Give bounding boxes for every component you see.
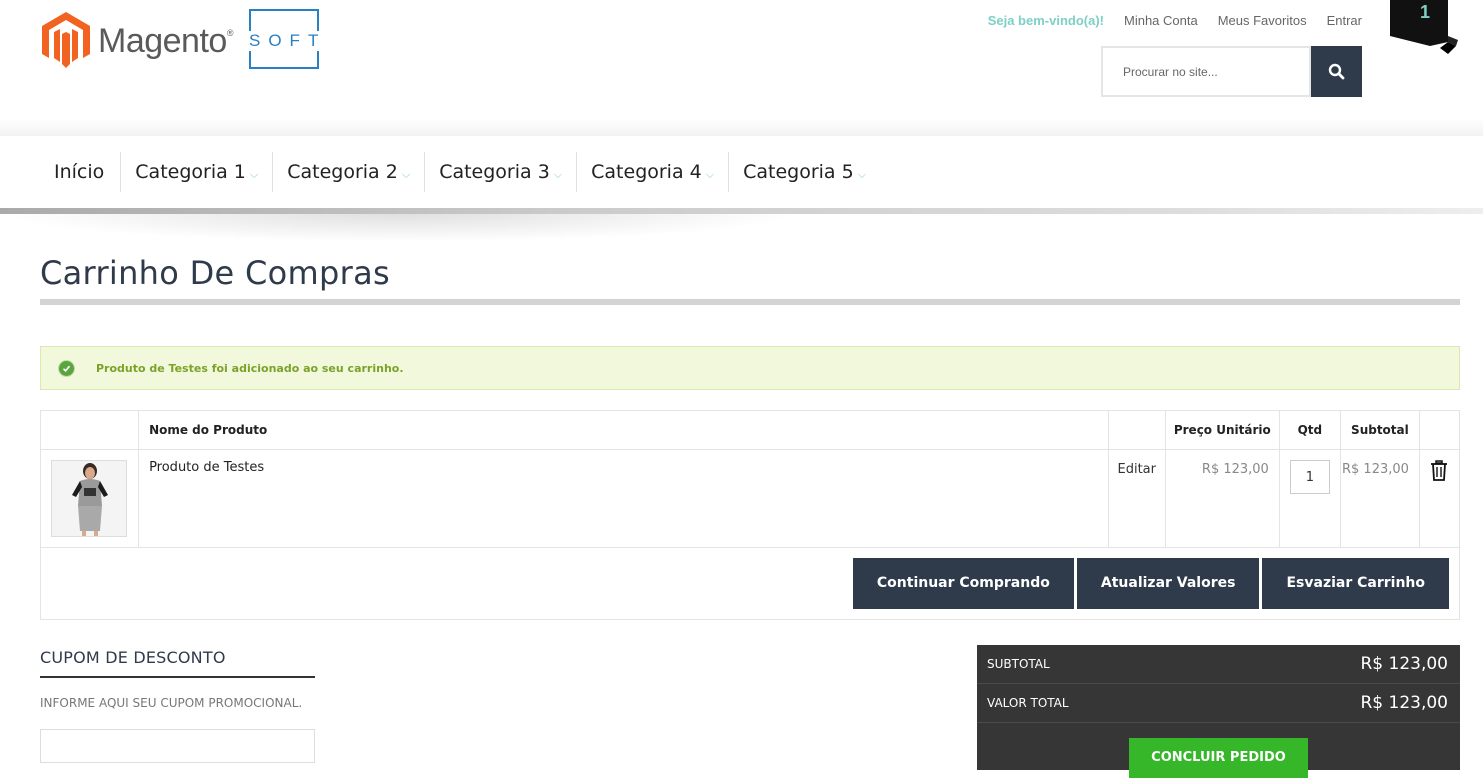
nav-item-label: Início <box>54 161 105 183</box>
header-delete <box>1418 410 1461 450</box>
magento-logo-icon <box>42 12 90 68</box>
logo-text: Magento® <box>98 22 233 60</box>
main-nav: Início Categoria 1 ⌵ Categoria 2 ⌵ Categor… <box>0 136 1483 208</box>
continue-shopping-button[interactable]: Continuar Comprando <box>852 558 1074 609</box>
header-subtotal: Subtotal <box>1339 410 1420 450</box>
trash-icon[interactable] <box>1430 460 1448 481</box>
checkout-button[interactable]: CONCLUIR PEDIDO <box>1129 738 1308 778</box>
unit-price: R$ 123,00 <box>1164 449 1280 548</box>
header-price: Preço Unitário <box>1164 410 1280 450</box>
welcome-text: Seja bem-vindo(a)! <box>987 13 1104 28</box>
grand-total-value: R$ 123,00 <box>1360 693 1448 713</box>
cart-actions: Continuar Comprando Atualizar Valores Esva… <box>40 547 1460 620</box>
title-divider <box>40 299 1460 305</box>
cart-totals: SUBTOTAL R$ 123,00 VALOR TOTAL R$ 123,00… <box>977 645 1460 778</box>
nav-item-categoria-4[interactable]: Categoria 4 ⌵ <box>576 152 728 192</box>
search-button[interactable] <box>1311 46 1362 97</box>
qty-cell <box>1278 449 1341 548</box>
header: Magento® SOFT Seja bem-vindo(a)! Minha C… <box>0 0 1483 130</box>
coupon-title: CUPOM DE DESCONTO <box>40 648 226 667</box>
cart-count: 1 <box>1419 2 1430 22</box>
product-photo <box>52 461 126 536</box>
link-meus-favoritos[interactable]: Meus Favoritos <box>1218 13 1307 28</box>
chevron-down-icon: ⌵ <box>249 167 259 181</box>
product-image[interactable] <box>51 460 127 537</box>
product-image-cell <box>39 449 140 548</box>
link-minha-conta[interactable]: Minha Conta <box>1124 13 1198 28</box>
product-name[interactable]: Produto de Testes <box>138 449 1109 548</box>
quantity-input[interactable] <box>1289 460 1330 494</box>
search-input[interactable] <box>1101 46 1311 97</box>
nav-item-label: Categoria 4 <box>591 161 702 183</box>
search-icon <box>1328 63 1345 80</box>
top-links: Seja bem-vindo(a)! Minha Conta Meus Favo… <box>988 13 1362 28</box>
nav-item-categoria-3[interactable]: Categoria 3 ⌵ <box>424 152 576 192</box>
header-product-name: Nome do Produto <box>138 410 1109 450</box>
nav-item-inicio[interactable]: Início <box>40 152 120 192</box>
grand-total-label: VALOR TOTAL <box>987 696 1069 710</box>
edit-link[interactable]: Editar <box>1107 449 1166 548</box>
table-row: Produto de Testes Editar R$ 123,00 R$ 12… <box>39 449 1461 548</box>
cart-table-header: Nome do Produto Preço Unitário Qtd Subto… <box>39 410 1461 450</box>
chevron-down-icon: ⌵ <box>705 167 715 181</box>
header-edit <box>1107 410 1166 450</box>
nav-item-label: Categoria 3 <box>439 161 550 183</box>
success-message-text: Produto de Testes foi adicionado ao seu … <box>96 361 404 375</box>
nav-item-categoria-5[interactable]: Categoria 5 ⌵ <box>728 152 880 192</box>
link-entrar[interactable]: Entrar <box>1327 13 1362 28</box>
logo-suffix: SOFT <box>245 31 331 51</box>
header-qty: Qtd <box>1278 410 1341 450</box>
chevron-down-icon: ⌵ <box>553 167 563 181</box>
delete-cell <box>1418 449 1461 548</box>
header-image <box>39 410 140 450</box>
nav-item-categoria-2[interactable]: Categoria 2 ⌵ <box>272 152 424 192</box>
nav-item-label: Categoria 5 <box>743 161 854 183</box>
subtotal-row: SUBTOTAL R$ 123,00 <box>977 645 1460 684</box>
nav-item-label: Categoria 1 <box>135 161 246 183</box>
nav-shadow <box>0 214 800 242</box>
coupon-hint: INFORME AQUI SEU CUPOM PROMOCIONAL. <box>40 696 303 710</box>
coupon-input[interactable] <box>40 729 315 763</box>
mini-cart-button[interactable]: 1 <box>1390 0 1460 55</box>
nav-item-categoria-1[interactable]: Categoria 1 ⌵ <box>120 152 272 192</box>
chevron-down-icon: ⌵ <box>857 167 867 181</box>
cart-table: Nome do Produto Preço Unitário Qtd Subto… <box>39 410 1461 620</box>
chevron-down-icon: ⌵ <box>401 167 411 181</box>
page-title: Carrinho De Compras <box>40 254 390 292</box>
store-logo[interactable]: Magento® SOFT <box>42 9 332 72</box>
subtotal-label: SUBTOTAL <box>987 657 1050 671</box>
grand-total-row: VALOR TOTAL R$ 123,00 <box>977 684 1460 723</box>
subtotal-value: R$ 123,00 <box>1360 654 1448 674</box>
update-cart-button[interactable]: Atualizar Valores <box>1076 558 1260 609</box>
cart-actions-row: Continuar Comprando Atualizar Valores Esva… <box>40 547 1460 620</box>
success-message: Produto de Testes foi adicionado ao seu … <box>40 346 1460 390</box>
empty-cart-button[interactable]: Esvaziar Carrinho <box>1262 558 1449 609</box>
nav-top-shadow <box>0 118 1483 136</box>
check-circle-icon <box>59 360 74 376</box>
nav-item-label: Categoria 2 <box>287 161 398 183</box>
coupon-divider <box>40 676 315 678</box>
row-subtotal: R$ 123,00 <box>1339 449 1420 548</box>
